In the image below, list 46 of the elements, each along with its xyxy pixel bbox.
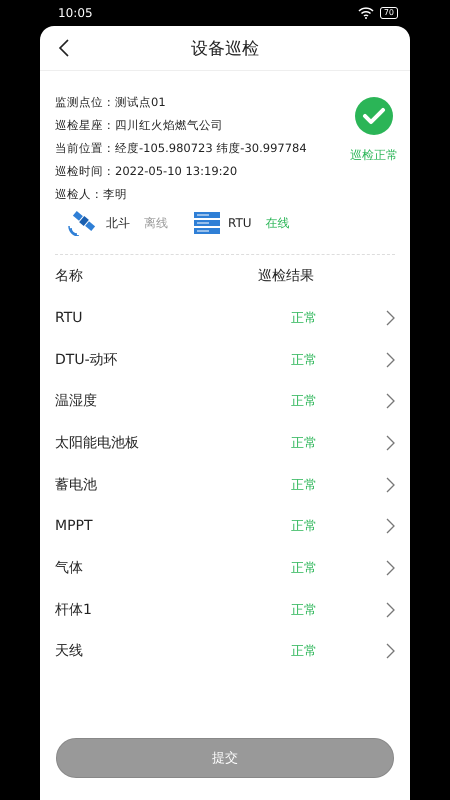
column-header: 名称	[55, 267, 84, 285]
item-name: 天线	[55, 642, 84, 660]
wifi-icon	[358, 7, 374, 19]
item-result: 正常	[290, 352, 318, 369]
chevron-icon[interactable]	[386, 434, 395, 451]
item-result: 正常	[290, 476, 318, 494]
item-name: DTU-动环	[55, 350, 119, 369]
chevron-icon[interactable]	[386, 560, 395, 576]
item-result: 正常	[290, 518, 318, 536]
item-result: 正常	[290, 643, 318, 660]
chevron-icon[interactable]	[386, 518, 395, 534]
item-result: 正常	[290, 560, 318, 577]
item-result: 正常	[290, 393, 318, 410]
item-result: 正常	[290, 310, 318, 327]
back-icon[interactable]	[58, 39, 70, 57]
info-line: 巡检时间：2022-05-10 13:19:20	[55, 163, 238, 180]
item-name: MPPT	[55, 518, 94, 534]
link-status: 在线	[266, 214, 290, 232]
item-name: RTU	[55, 310, 84, 326]
item-result: 正常	[290, 602, 318, 619]
satellite-icon	[68, 210, 98, 236]
chevron-icon[interactable]	[386, 310, 395, 326]
link-status: 离线	[144, 214, 168, 232]
page-title: 设备巡检	[191, 38, 259, 60]
battery-icon: 70	[380, 7, 398, 19]
item-name: 温湿度	[55, 392, 98, 410]
info-line: 巡检星座：四川红火焰燃气公司	[55, 117, 224, 134]
chevron-icon[interactable]	[386, 393, 395, 410]
link-name: RTU	[228, 216, 252, 230]
item-name: 蓄电池	[55, 476, 98, 494]
info-line: 当前位置：经度-105.980723 纬度-30.997784	[55, 140, 307, 157]
chevron-icon[interactable]	[386, 602, 395, 618]
chevron-icon[interactable]	[386, 352, 395, 368]
item-name: 气体	[55, 558, 84, 577]
result-status: 巡检正常	[350, 147, 398, 164]
info-line: 监测点位：测试点01	[55, 94, 167, 111]
item-name: 杆体1	[55, 600, 93, 619]
chevron-icon[interactable]	[386, 476, 395, 493]
item-result: 正常	[290, 434, 318, 452]
link-name: 北斗	[106, 214, 130, 232]
item-name: 太阳能电池板	[55, 434, 140, 452]
info-line: 巡检人：李明	[55, 186, 128, 203]
server-icon	[194, 212, 220, 234]
chevron-icon[interactable]	[386, 643, 395, 660]
status-time: 10:05	[58, 6, 93, 20]
column-header: 巡检结果	[257, 267, 315, 285]
